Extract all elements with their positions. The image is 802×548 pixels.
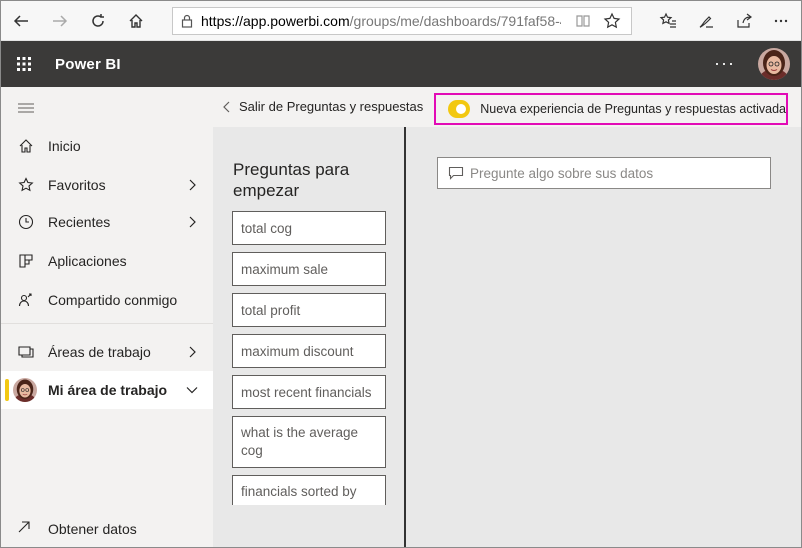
starter-question-button[interactable]: most recent financials [232,375,386,409]
panel-divider [404,127,406,547]
qa-question-box[interactable] [437,157,771,189]
reading-view-icon[interactable] [575,13,591,34]
new-qa-toggle[interactable] [448,100,471,118]
chevron-right-icon[interactable] [185,345,199,359]
starter-question-button[interactable]: financials sorted by [232,475,386,505]
home-browser-icon[interactable] [122,7,150,35]
sidebar-item-label: Aplicaciones [48,253,127,269]
sidebar-item-aplicaciones[interactable]: Aplicaciones [1,242,213,280]
lock-icon [173,14,201,28]
new-qa-toggle-highlight: Nueva experiencia de Preguntas y respues… [434,93,788,125]
divider [1,323,213,324]
sidebar-item-compartido[interactable]: Compartido conmigo [1,281,213,319]
sidebar-item-inicio[interactable]: Inicio [1,127,213,165]
starter-questions-title: Preguntas para empezar [233,160,350,200]
refresh-icon[interactable] [84,7,112,35]
app-window: https://app.powerbi.com/groups/me/dashbo… [0,0,802,548]
sidebar-item-label: Favoritos [48,177,106,193]
exit-qa-label: Salir de Preguntas y respuestas [239,99,424,114]
sidebar-item-get-data[interactable]: Obtener datos [1,511,213,547]
sidebar-item-workspaces[interactable]: Áreas de trabajo [1,333,213,371]
toggle-knob [456,104,467,114]
chevron-down-icon[interactable] [185,383,199,397]
chevron-right-icon[interactable] [185,178,199,192]
sidebar-item-recientes[interactable]: Recientes [1,203,213,241]
starter-question-button[interactable]: maximum discount [232,334,386,368]
sidebar-item-label: Compartido conmigo [48,292,178,308]
star-icon [17,176,35,194]
apps-icon [17,252,35,270]
exit-qa-button[interactable]: Salir de Preguntas y respuestas [223,99,423,114]
more-browser-icon[interactable] [767,7,795,35]
powerbi-header: Power BI ··· [1,41,801,87]
qa-toolbar: Salir de Preguntas y respuestas Nueva ex… [213,87,801,127]
qa-canvas: Preguntas para empezar total cog maximum… [213,127,801,547]
sidebar-item-label: Inicio [48,138,81,154]
waffle-icon[interactable] [16,56,32,72]
left-navigation: Inicio Favoritos Recientes Aplicaciones … [1,87,213,547]
browser-toolbar: https://app.powerbi.com/groups/me/dashbo… [1,1,801,41]
address-bar[interactable]: https://app.powerbi.com/groups/me/dashbo… [172,7,632,35]
back-arrow-icon[interactable] [7,7,35,35]
url-text: https://app.powerbi.com/groups/me/dashbo… [201,13,561,29]
more-options-icon[interactable]: ··· [714,53,735,74]
chevron-right-icon[interactable] [185,215,199,229]
starter-questions-panel: Preguntas para empezar total cog maximum… [213,127,404,505]
clock-icon [17,213,35,231]
starter-question-button[interactable]: total cog [232,211,386,245]
starter-question-button[interactable]: total profit [232,293,386,327]
favorite-star-icon[interactable] [603,12,621,35]
pen-icon[interactable] [692,7,720,35]
app-title: Power BI [55,56,121,73]
workspaces-icon [17,343,35,361]
home-icon [17,137,35,155]
avatar[interactable] [758,48,790,80]
sidebar-item-label: Recientes [48,214,111,230]
shared-icon [17,291,35,309]
arrow-up-right-icon [17,520,31,539]
starter-question-button[interactable]: maximum sale [232,252,386,286]
toggle-label: Nueva experiencia de Preguntas y respues… [480,102,786,116]
sidebar-item-favoritos[interactable]: Favoritos [1,166,213,204]
avatar [13,378,37,402]
sidebar-item-my-workspace[interactable]: Mi área de trabajo [1,371,213,409]
qa-question-input[interactable] [470,165,750,181]
sidebar-item-label: Mi área de trabajo [48,382,168,398]
selection-indicator [5,379,9,401]
starter-question-button[interactable]: what is the average cog [232,416,386,468]
sidebar-item-label: Áreas de trabajo [48,344,151,360]
sidebar-item-label: Obtener datos [48,521,137,537]
hamburger-menu-icon[interactable] [18,101,34,119]
chat-bubble-icon [448,166,464,180]
forward-arrow-icon[interactable] [46,7,74,35]
share-icon[interactable] [730,7,758,35]
chevron-left-icon [223,101,230,112]
favorites-list-icon[interactable] [654,7,682,35]
